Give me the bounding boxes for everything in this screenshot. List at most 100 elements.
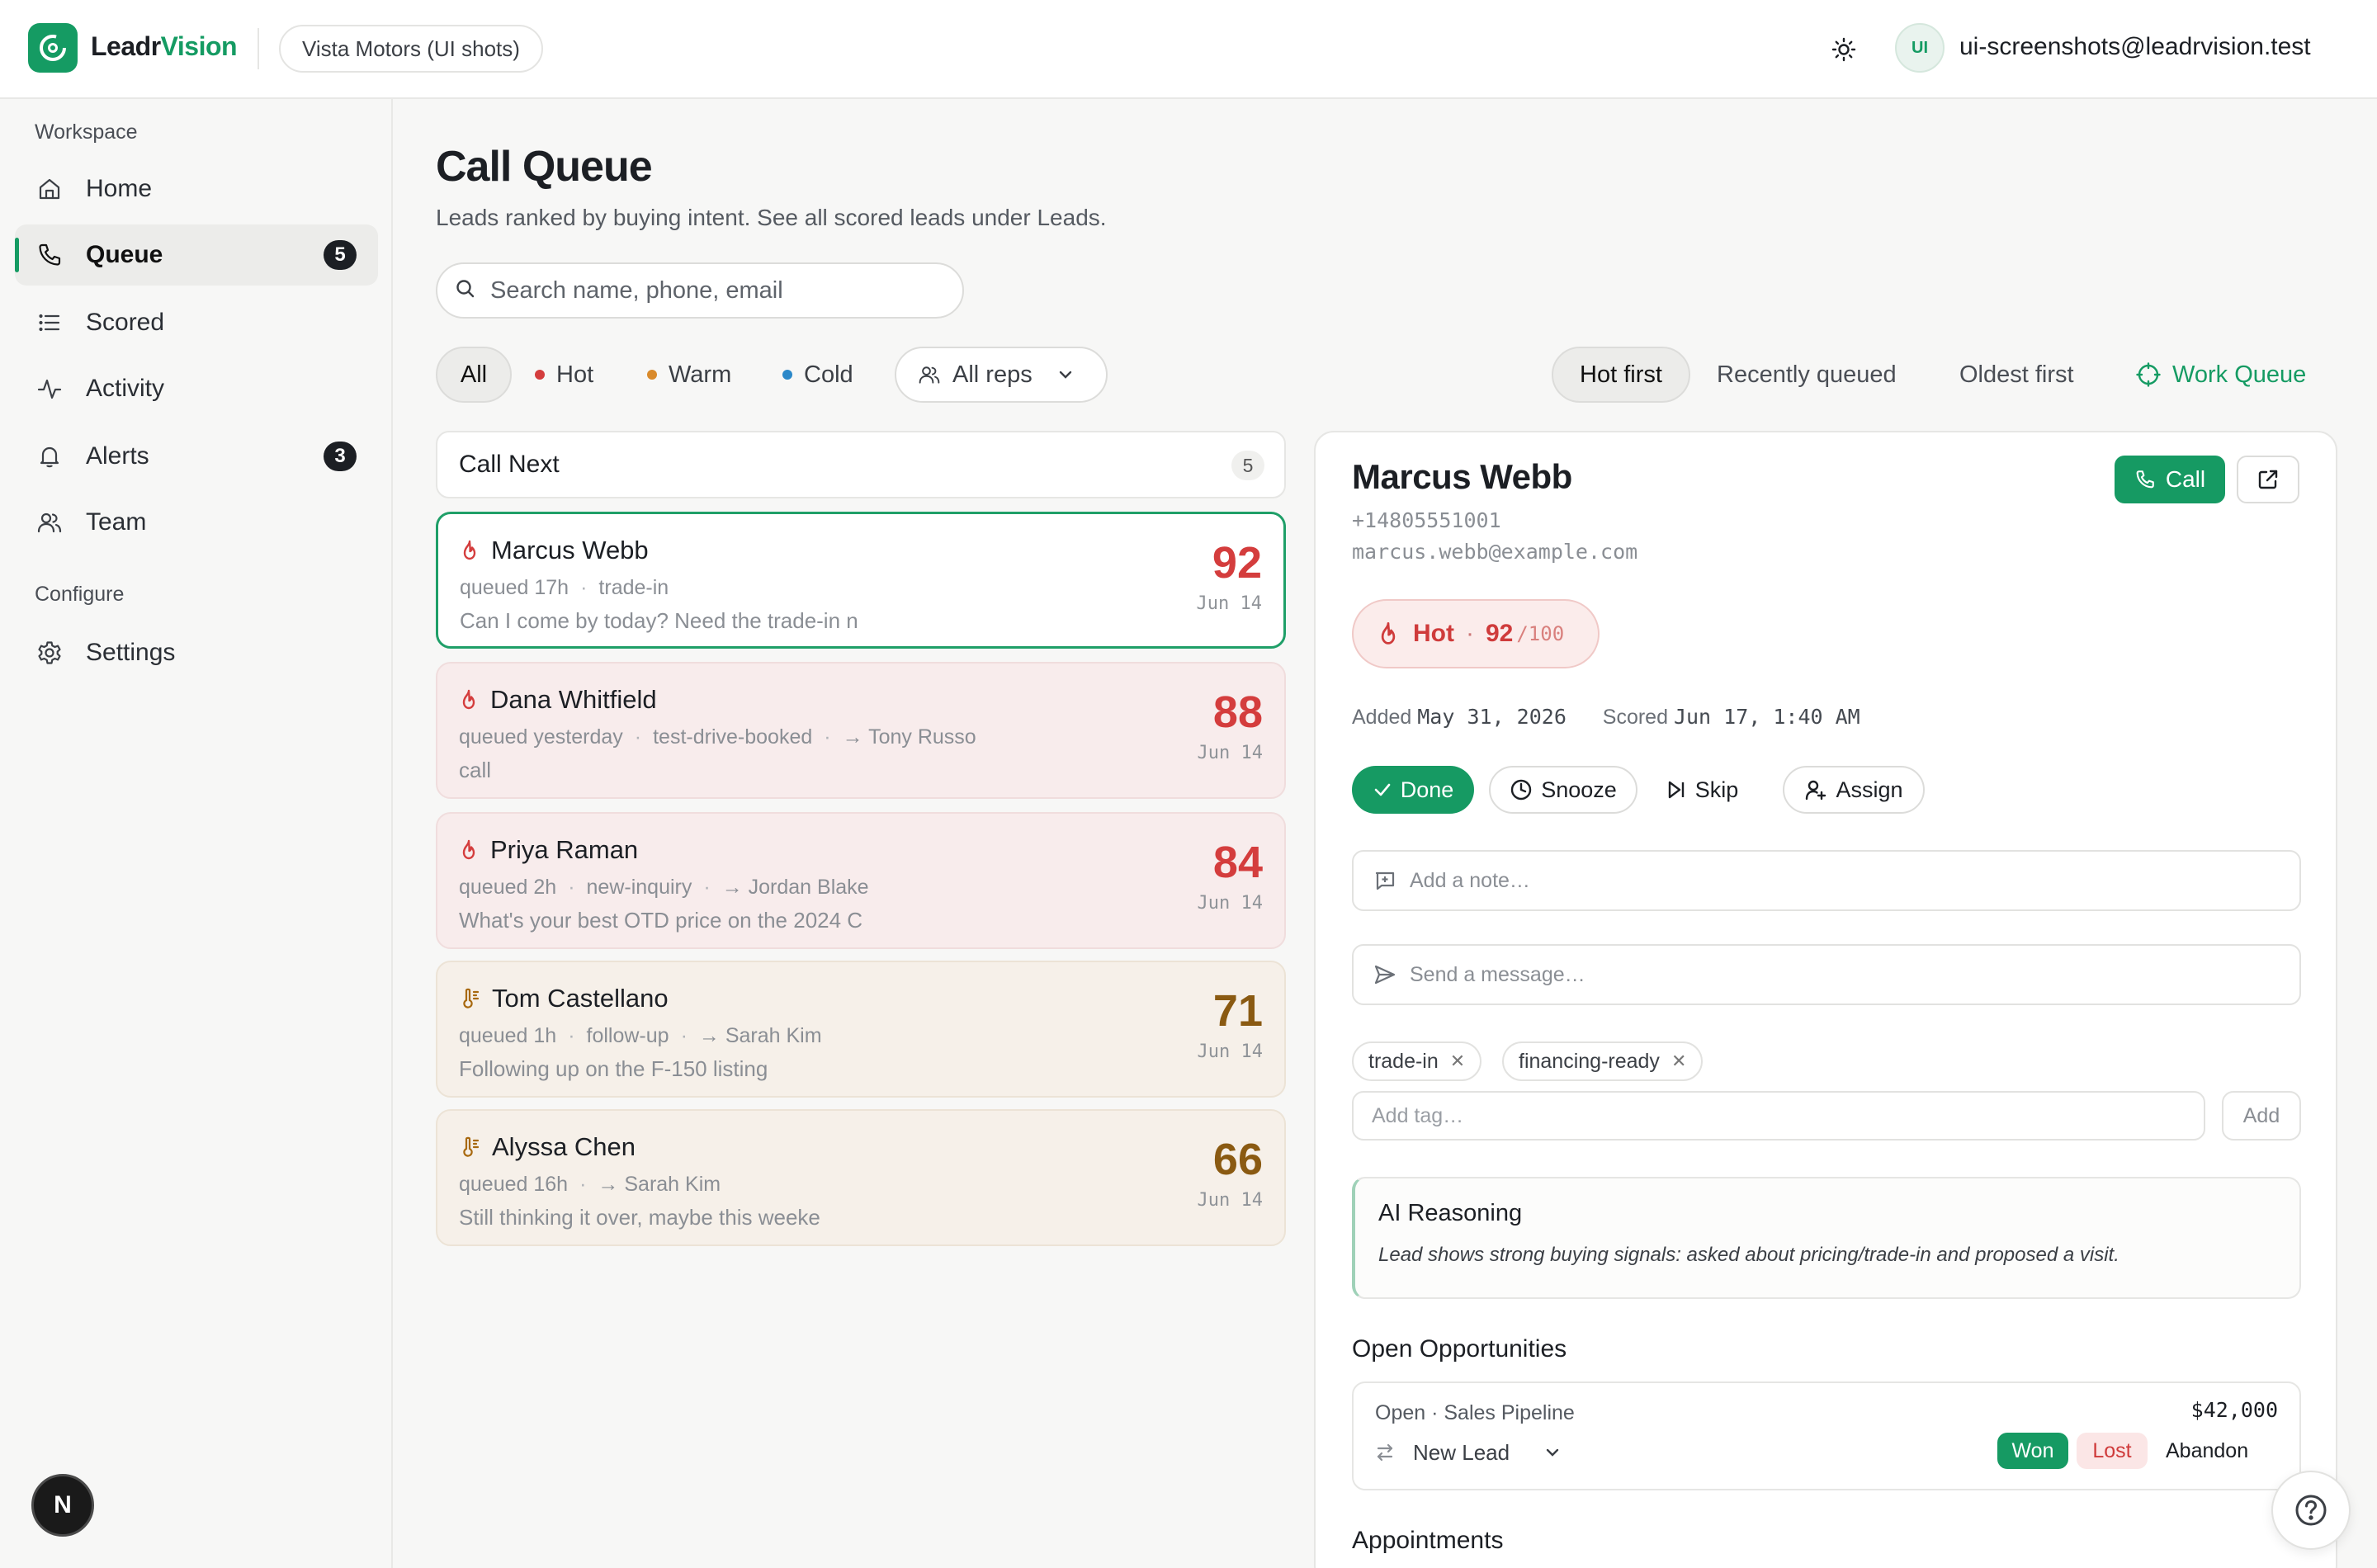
added-value: May 31, 2026 [1417, 705, 1567, 729]
sort-hot-first[interactable]: Hot first [1552, 347, 1690, 403]
top-bar: LeadrVision Vista Motors (UI shots) UI u… [0, 0, 2377, 99]
bell-icon [35, 442, 64, 471]
message-input[interactable]: Send a message… [1352, 944, 2301, 1005]
theme-toggle-sun-icon[interactable] [1827, 33, 1860, 66]
tag-chip[interactable]: trade-in ✕ [1352, 1041, 1482, 1081]
done-button[interactable]: Done [1352, 766, 1474, 814]
sidebar-item-home[interactable]: Home [15, 158, 378, 220]
sidebar-item-activity[interactable]: Activity [15, 358, 378, 419]
assign-label: Assign [1836, 777, 1903, 802]
opportunities-title: Open Opportunities [1352, 1335, 1567, 1363]
sort-oldest-first[interactable]: Oldest first [1959, 347, 2074, 403]
lead-queued: queued 17h [460, 575, 569, 599]
lead-name: Dana Whitfield [490, 685, 657, 714]
opportunity-title: Open · Sales Pipeline [1375, 1401, 1575, 1424]
close-icon[interactable]: ✕ [1450, 1051, 1465, 1072]
lead-date: Jun 14 [1197, 893, 1263, 914]
sidebar-item-team[interactable]: Team [15, 492, 378, 553]
divider [258, 28, 259, 69]
queue-count-badge: 5 [324, 240, 357, 270]
lead-preview: Still thinking it over, maybe this weeke [459, 1205, 820, 1230]
sidebar-item-label: Scored [86, 309, 165, 336]
detail-email[interactable]: marcus.webb@example.com [1352, 540, 1637, 564]
home-icon [35, 174, 64, 204]
tag-input[interactable]: Add tag… [1352, 1091, 2205, 1141]
lead-tag: test-drive-booked [653, 725, 813, 749]
filter-warm[interactable]: Warm [647, 347, 731, 403]
search-input[interactable]: Search name, phone, email [436, 262, 964, 319]
lead-rep: → Sarah Kim [598, 1172, 721, 1196]
abandon-button[interactable]: Abandon [2166, 1433, 2248, 1469]
lead-date: Jun 14 [1196, 593, 1262, 614]
cold-dot-icon [782, 370, 792, 380]
page-subtitle: Leads ranked by buying intent. See all s… [436, 205, 1107, 230]
lead-rep: → Sarah Kim [698, 1023, 822, 1047]
logo-icon[interactable] [28, 23, 78, 73]
note-input[interactable]: Add a note… [1352, 850, 2301, 911]
ai-reasoning-card: AI Reasoning Lead shows strong buying si… [1352, 1177, 2301, 1299]
avatar[interactable]: UI [1895, 23, 1945, 73]
snooze-button[interactable]: Snooze [1489, 766, 1637, 814]
flame-icon [1377, 621, 1400, 647]
flame-icon [459, 838, 479, 862]
activity-icon [35, 374, 64, 404]
brand-name[interactable]: LeadrVision [91, 31, 238, 62]
lead-queued: queued yesterday [459, 725, 623, 749]
stage-dropdown[interactable]: New Lead [1375, 1436, 1562, 1469]
sidebar-item-alerts[interactable]: Alerts 3 [15, 426, 378, 487]
lead-preview: Following up on the F-150 listing [459, 1056, 768, 1081]
lead-score: 71 [1212, 986, 1263, 1036]
work-queue-button[interactable]: Work Queue [2136, 347, 2306, 403]
add-tag-button[interactable]: Add [2222, 1091, 2301, 1141]
help-button[interactable] [2271, 1471, 2351, 1550]
call-button[interactable]: Call [2115, 456, 2225, 503]
users-icon [918, 363, 941, 386]
lead-tag: new-inquiry [586, 875, 692, 899]
filter-hot[interactable]: Hot [535, 347, 593, 403]
lead-card-priya-raman[interactable]: Priya Raman queued 2h · new-inquiry · → Jord… [436, 812, 1286, 949]
lead-tag: follow-up [586, 1023, 669, 1047]
external-link-icon [2256, 468, 2280, 491]
won-button[interactable]: Won [1997, 1433, 2068, 1469]
sidebar-item-label: Home [86, 175, 153, 202]
sidebar-item-label: Activity [86, 375, 165, 402]
chevron-down-icon [1543, 1443, 1562, 1462]
page-title: Call Queue [436, 143, 653, 191]
open-external-button[interactable] [2237, 456, 2299, 503]
section-configure: Configure [35, 583, 125, 606]
help-icon [2293, 1492, 2329, 1528]
lead-card-alyssa-chen[interactable]: Alyssa Chen queued 16h · → Sarah Kim Still… [436, 1109, 1286, 1246]
lead-card-tom-castellano[interactable]: Tom Castellano queued 1h · follow-up · → Sar… [436, 961, 1286, 1098]
thermometer-icon [459, 987, 480, 1010]
check-icon [1373, 780, 1392, 800]
lost-button[interactable]: Lost [2077, 1433, 2148, 1469]
lead-card-dana-whitfield[interactable]: Dana Whitfield queued yesterday · test-dri… [436, 662, 1286, 799]
skip-forward-icon [1666, 779, 1687, 801]
sidebar-item-queue[interactable]: Queue 5 [15, 224, 378, 286]
skip-button[interactable]: Skip [1652, 766, 1751, 814]
score-value: 92 [1485, 620, 1514, 647]
sort-recently-queued[interactable]: Recently queued [1717, 347, 1897, 403]
close-icon[interactable]: ✕ [1671, 1051, 1686, 1072]
lead-name: Priya Raman [490, 835, 639, 864]
hot-dot-icon [535, 370, 545, 380]
org-switcher[interactable]: Vista Motors (UI shots) [279, 25, 543, 73]
reps-filter-dropdown[interactable]: All reps [895, 347, 1108, 403]
filter-cold[interactable]: Cold [782, 347, 853, 403]
user-email[interactable]: ui-screenshots@leadrvision.test [1959, 33, 2311, 61]
assign-button[interactable]: Assign [1783, 766, 1925, 814]
lead-card-marcus-webb[interactable]: Marcus Webb queued 17h · trade-in Can I co… [436, 512, 1286, 649]
sidebar-item-scored[interactable]: Scored [15, 292, 378, 353]
tag-chip[interactable]: financing-ready ✕ [1502, 1041, 1704, 1081]
detail-phone[interactable]: +14805551001 [1352, 508, 1501, 532]
send-icon [1373, 963, 1396, 986]
sidebar-item-settings[interactable]: Settings [15, 622, 378, 683]
meta-separator: · [568, 1023, 575, 1047]
lead-preview: What's your best OTD price on the 2024 C [459, 908, 863, 933]
phone-icon [2134, 469, 2156, 490]
clock-icon [1510, 778, 1533, 801]
dev-tools-bubble[interactable]: N [31, 1474, 94, 1537]
meta-separator: · [680, 1023, 688, 1047]
flame-icon [459, 688, 479, 711]
filter-all[interactable]: All [436, 347, 512, 403]
